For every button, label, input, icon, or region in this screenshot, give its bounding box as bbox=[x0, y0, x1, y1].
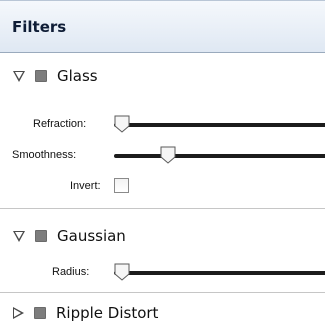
radius-slider-track[interactable] bbox=[114, 271, 325, 275]
square-toggle-icon[interactable] bbox=[35, 70, 47, 82]
section-gaussian-label: Gaussian bbox=[57, 227, 126, 245]
refraction-label: Refraction: bbox=[33, 118, 87, 130]
invert-row: Invert: bbox=[0, 176, 325, 198]
section-divider bbox=[0, 208, 325, 209]
smoothness-slider-track[interactable] bbox=[114, 154, 325, 158]
refraction-slider-thumb[interactable] bbox=[114, 115, 130, 133]
square-toggle-icon[interactable] bbox=[35, 230, 47, 242]
filters-panel: Filters Glass Refraction: Smoothness: In… bbox=[0, 0, 325, 331]
invert-checkbox[interactable] bbox=[114, 178, 129, 193]
section-glass-label: Glass bbox=[57, 67, 98, 85]
triangle-right-icon[interactable] bbox=[13, 307, 24, 319]
smoothness-label: Smoothness: bbox=[12, 149, 77, 161]
smoothness-row: Smoothness: bbox=[0, 145, 325, 167]
smoothness-slider-thumb[interactable] bbox=[160, 146, 176, 164]
radius-row: Radius: bbox=[0, 262, 325, 284]
refraction-slider-track[interactable] bbox=[114, 123, 325, 127]
triangle-down-icon[interactable] bbox=[13, 230, 25, 242]
section-ripple-label: Ripple Distort bbox=[56, 304, 159, 322]
panel-header: Filters bbox=[0, 1, 325, 53]
panel-title: Filters bbox=[12, 17, 67, 36]
section-divider bbox=[0, 292, 325, 293]
refraction-row: Refraction: bbox=[0, 114, 325, 136]
section-glass-header[interactable]: Glass bbox=[0, 57, 325, 95]
section-ripple-header[interactable]: Ripple Distort bbox=[0, 294, 325, 332]
radius-label: Radius: bbox=[52, 266, 90, 278]
section-gaussian-header[interactable]: Gaussian bbox=[0, 217, 325, 255]
invert-label: Invert: bbox=[70, 180, 101, 192]
square-toggle-icon[interactable] bbox=[34, 307, 46, 319]
triangle-down-icon[interactable] bbox=[13, 70, 25, 82]
radius-slider-thumb[interactable] bbox=[114, 263, 130, 281]
